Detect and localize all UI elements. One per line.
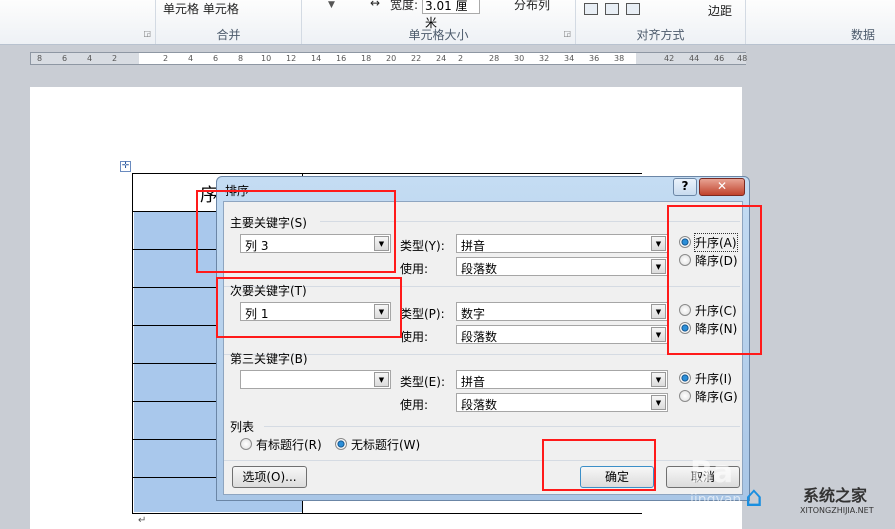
dropdown-arrow-icon[interactable]: ▼ [328, 0, 335, 10]
ribbon-group-cell-size: ▼ ↔ 宽度: 3.01 厘米 分布列 ◲ 单元格大小 [302, 0, 576, 44]
header-row-radio[interactable] [240, 438, 252, 450]
dialog-launcher-icon[interactable]: ◲ [143, 29, 151, 38]
distribute-columns-button[interactable]: 分布列 [514, 0, 550, 13]
no-header-row-radio[interactable] [335, 438, 347, 450]
width-input[interactable]: 3.01 厘米 [422, 0, 480, 30]
dropdown-arrow-icon: ▼ [651, 395, 666, 410]
no-header-row-label[interactable]: 无标题行(W) [351, 436, 420, 453]
primary-type-label: 类型(Y): [400, 239, 445, 253]
group-label-cell-size: 单元格大小 [408, 28, 469, 42]
watermark-brand: 系统之家 [803, 486, 868, 505]
third-descending-label[interactable]: 降序(G) [695, 388, 738, 405]
house-logo-icon: ⌂ [745, 480, 763, 513]
third-ascending-label[interactable]: 升序(I) [695, 370, 732, 387]
header-row-label[interactable]: 有标题行(R) [256, 436, 322, 453]
ribbon: ◲ 单元格 单元格 合并 ▼ ↔ 宽度: 3.01 厘米 分布列 ◲ 单元格大小… [0, 0, 895, 45]
secondary-type-label: 类型(P): [400, 307, 445, 321]
highlight-box [542, 439, 656, 491]
primary-use-select[interactable]: 段落数 ▼ [456, 257, 668, 276]
secondary-use-select[interactable]: 段落数 ▼ [456, 325, 668, 344]
third-type-label: 类型(E): [400, 375, 445, 389]
third-ascending-radio[interactable] [679, 372, 691, 384]
third-type-select[interactable]: 拼音 ▼ [456, 370, 668, 389]
watermark-url: XITONGZHIJIA.NET [800, 506, 874, 515]
help-button[interactable]: ? [673, 178, 697, 196]
highlight-box [216, 277, 402, 338]
primary-use-label: 使用: [400, 262, 429, 276]
options-button[interactable]: 选项(O)... [232, 466, 307, 488]
group-label-merge: 合并 [216, 28, 241, 42]
list-label: 列表 [230, 420, 255, 434]
dropdown-arrow-icon: ▼ [651, 236, 666, 251]
highlight-box [196, 190, 396, 273]
secondary-type-select[interactable]: 数字 ▼ [456, 302, 668, 321]
dropdown-arrow-icon: ▼ [651, 372, 666, 387]
table-move-handle-icon[interactable]: ✛ [120, 161, 131, 172]
dropdown-arrow-icon: ▼ [374, 372, 389, 387]
watermark-jingyan: jingyan [690, 492, 742, 508]
align-right-icon[interactable] [626, 3, 640, 15]
close-button[interactable]: ✕ [699, 178, 745, 196]
align-center-icon[interactable] [605, 3, 619, 15]
paragraph-mark: ↵ [138, 515, 147, 526]
third-key-label: 第三关键字(B) [230, 352, 308, 366]
width-icon: ↔ [370, 0, 381, 10]
horizontal-ruler[interactable]: 8642 2 4 6 8 10 12 14 16 18 20 22 24 2 28 30 32 34 36 38… [30, 52, 747, 65]
merge-cells-button[interactable]: 单元格 单元格 [163, 0, 239, 17]
ribbon-group-merge: 单元格 单元格 合并 [156, 0, 302, 44]
ribbon-group-data: 数据 [746, 0, 895, 44]
primary-type-select[interactable]: 拼音 ▼ [456, 234, 668, 253]
dropdown-arrow-icon: ▼ [651, 304, 666, 319]
cell-margins-button[interactable]: 边距 [708, 2, 732, 19]
group-label-alignment: 对齐方式 [636, 28, 685, 42]
watermark-ba: Ba [690, 455, 734, 490]
ribbon-group-left: ◲ [0, 0, 156, 44]
third-key-select[interactable]: ▼ [240, 370, 391, 389]
third-descending-radio[interactable] [679, 390, 691, 402]
align-left-icon[interactable] [584, 3, 598, 15]
dropdown-arrow-icon: ▼ [651, 327, 666, 342]
third-use-label: 使用: [400, 398, 429, 412]
dropdown-arrow-icon: ▼ [651, 259, 666, 274]
third-use-select[interactable]: 段落数 ▼ [456, 393, 668, 412]
secondary-use-label: 使用: [400, 330, 429, 344]
ribbon-group-alignment: 边距 对齐方式 [576, 0, 746, 44]
width-label: 宽度: [390, 0, 419, 12]
group-label-data: 数据 [850, 28, 875, 42]
highlight-box [667, 205, 762, 355]
